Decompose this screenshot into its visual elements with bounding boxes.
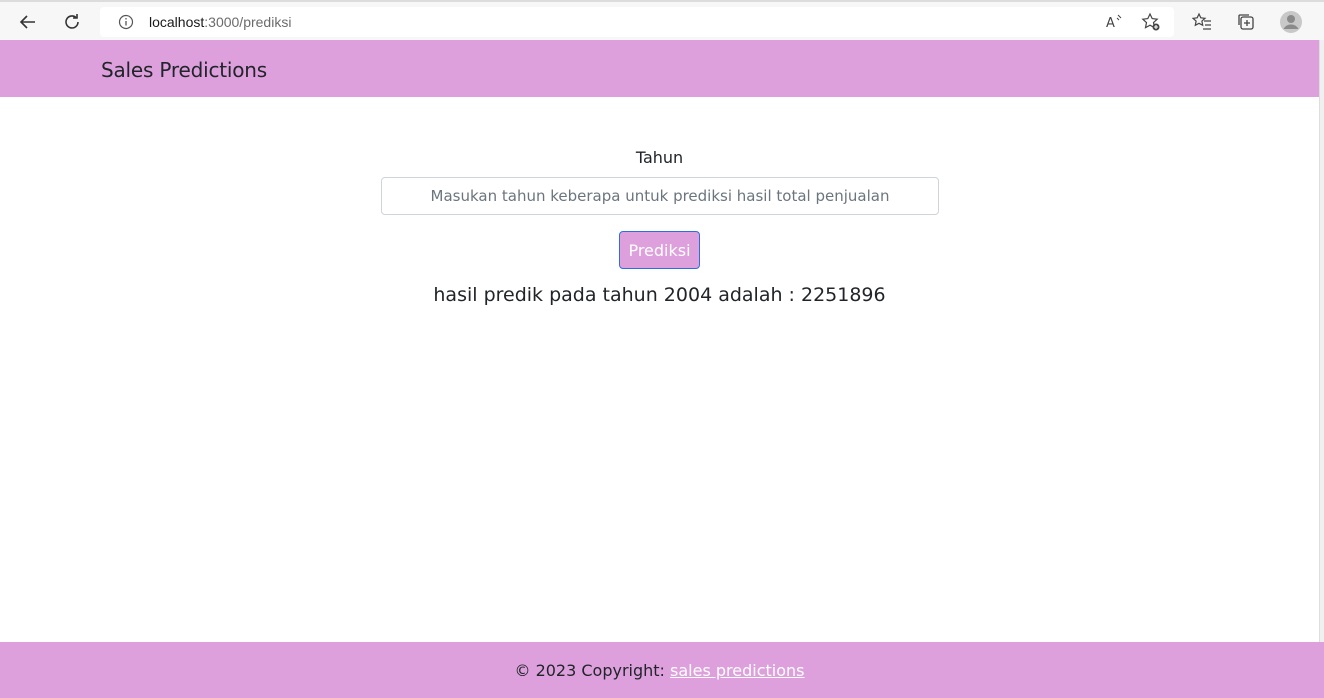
favorites-icon[interactable] bbox=[1190, 10, 1214, 34]
reload-icon[interactable] bbox=[58, 8, 86, 36]
back-icon[interactable] bbox=[14, 8, 42, 36]
url-text[interactable]: localhost:3000/prediksi bbox=[149, 14, 291, 30]
app-footer: © 2023 Copyright: sales predictions bbox=[0, 642, 1324, 698]
svg-text:A: A bbox=[1106, 16, 1115, 30]
profile-avatar-icon[interactable] bbox=[1279, 10, 1303, 34]
copyright-text: © 2023 Copyright: bbox=[514, 661, 671, 680]
info-icon[interactable] bbox=[118, 14, 134, 30]
brand-title[interactable]: Sales Predictions bbox=[101, 58, 267, 82]
add-favorite-icon[interactable] bbox=[1141, 12, 1161, 32]
prediction-result: hasil predik pada tahun 2004 adalah : 22… bbox=[433, 284, 886, 306]
scrollbar[interactable] bbox=[1319, 40, 1324, 698]
collections-icon[interactable] bbox=[1234, 10, 1258, 34]
app-header: Sales Predictions bbox=[0, 40, 1319, 97]
predict-button[interactable]: Prediksi bbox=[619, 231, 700, 269]
year-label: Tahun bbox=[635, 148, 684, 167]
address-bar[interactable]: localhost:3000/prediksi A bbox=[100, 7, 1174, 37]
read-aloud-icon[interactable]: A bbox=[1105, 12, 1125, 32]
footer-text: © 2023 Copyright: sales predictions bbox=[0, 661, 1319, 680]
browser-toolbar: localhost:3000/prediksi A bbox=[0, 0, 1324, 40]
footer-link[interactable]: sales predictions bbox=[670, 661, 804, 680]
year-input[interactable] bbox=[381, 177, 939, 215]
